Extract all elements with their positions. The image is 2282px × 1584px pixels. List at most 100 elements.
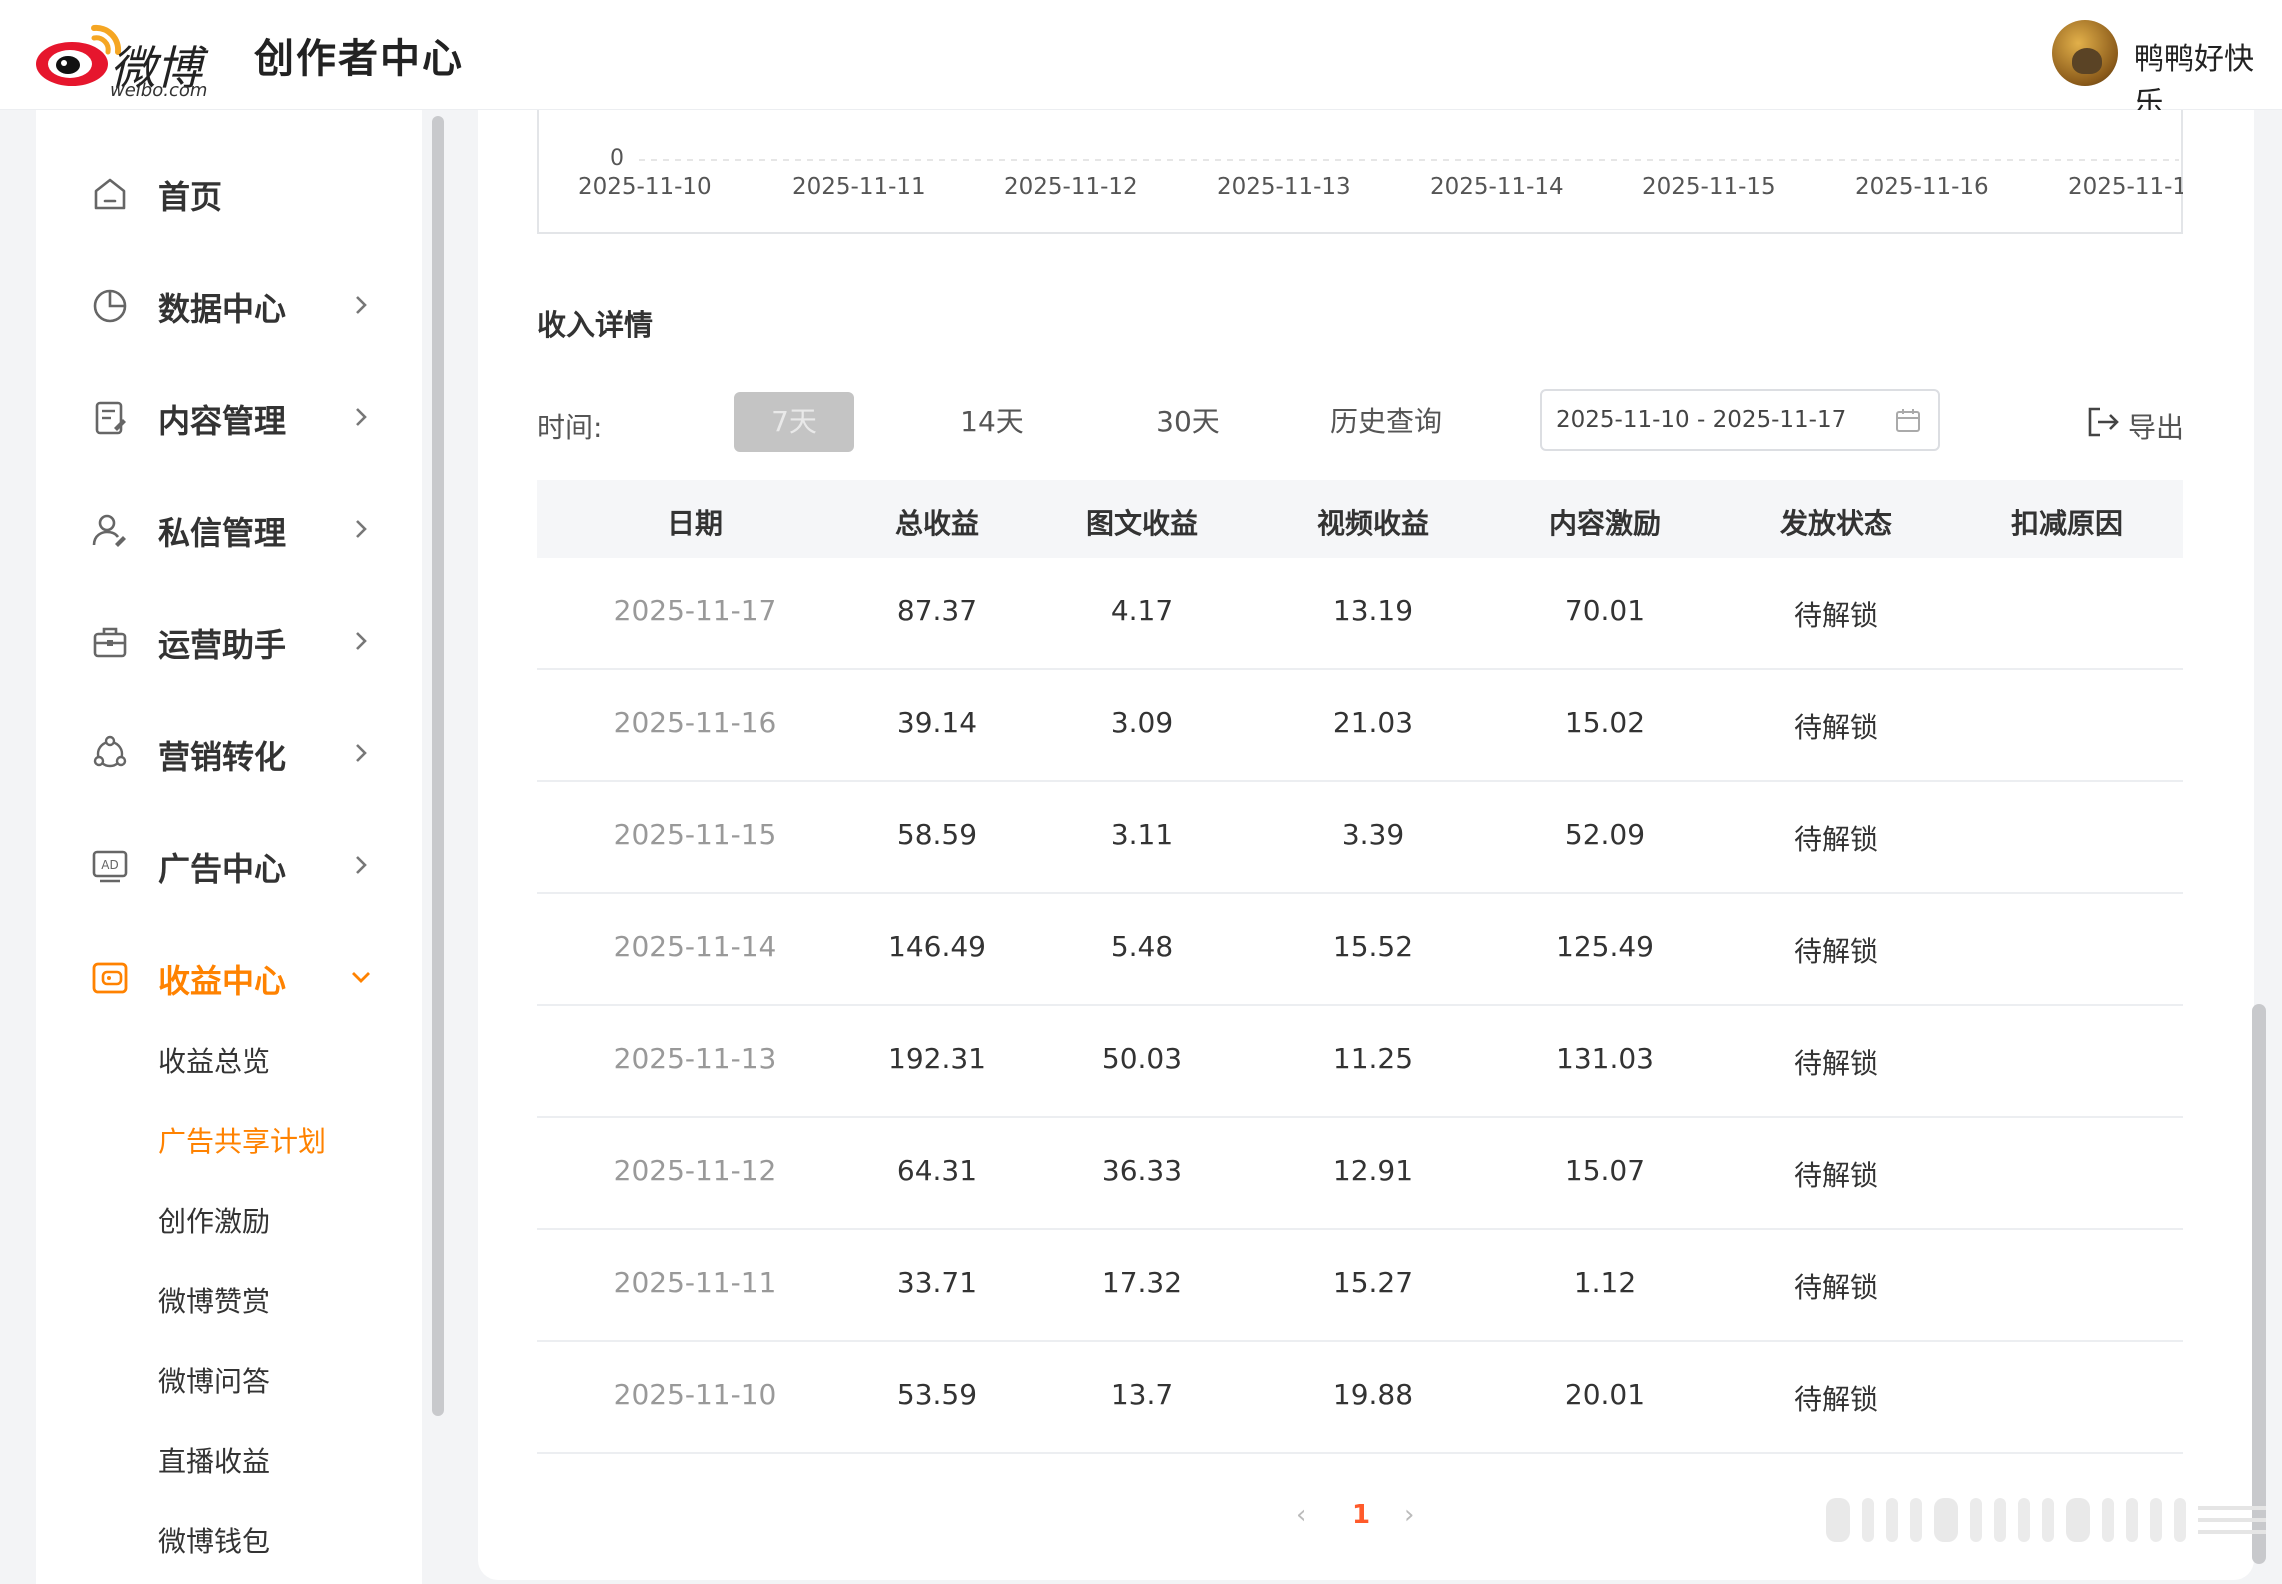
- sidebar-sub-ad-share-plan[interactable]: 广告共享计划: [158, 1120, 326, 1160]
- range-30d-button[interactable]: 30天: [1128, 392, 1248, 452]
- sidebar-item-label: 数据中心: [158, 290, 287, 328]
- sidebar-item-label: 运营助手: [158, 626, 287, 664]
- pagination-prev[interactable]: ‹: [1296, 1500, 1306, 1530]
- sidebar-item-label: 广告中心: [158, 850, 287, 888]
- sidebar-item-income-center[interactable]: 收益中心: [36, 936, 422, 1016]
- time-label: 时间:: [537, 411, 603, 444]
- pagination-page-1[interactable]: 1: [1352, 1500, 1370, 1530]
- table-header-cell: 图文收益: [1085, 507, 1198, 540]
- table-header-cell: 日期: [666, 507, 723, 540]
- sidebar-scrollbar[interactable]: [432, 116, 444, 1416]
- chevron-right-icon: [356, 408, 367, 426]
- ad-icon: AD: [92, 850, 128, 883]
- weibo-logo[interactable]: 微博 weibo.com: [32, 18, 212, 101]
- history-query-button[interactable]: 历史查询: [1316, 392, 1456, 452]
- table-row: 2025-11-15 58.59 3.11 3.39 52.09 待解锁: [537, 782, 2183, 894]
- home-icon: [94, 178, 126, 210]
- export-icon: [2088, 407, 2119, 437]
- range-14d-button[interactable]: 14天: [932, 392, 1052, 452]
- table-cell: 15.02: [1564, 706, 1646, 739]
- table-cell: 19.88: [1332, 1378, 1414, 1411]
- avatar[interactable]: [2052, 20, 2118, 86]
- table-row: 2025-11-13 192.31 50.03 11.25 131.03 待解锁: [537, 1006, 2183, 1118]
- table-cell: 20.01: [1564, 1378, 1646, 1411]
- export-button[interactable]: 导出: [2084, 400, 2184, 450]
- sidebar-item-label: 收益中心: [158, 962, 287, 1000]
- table-cell: 4.17: [1110, 594, 1174, 627]
- sidebar-sub-weibo-qa[interactable]: 微博问答: [158, 1360, 270, 1400]
- sidebar-sub-weibo-tip[interactable]: 微博赞赏: [158, 1280, 270, 1320]
- table-row: 2025-11-12 64.31 36.33 12.91 15.07 待解锁: [537, 1118, 2183, 1230]
- date-cell: 2025-11-14: [613, 930, 777, 963]
- date-cell: 2025-11-17: [613, 594, 777, 627]
- chevron-down-icon: [352, 972, 370, 983]
- table-row: 2025-11-11 33.71 17.32 15.27 1.12 待解锁: [537, 1230, 2183, 1342]
- table-row: 2025-11-16 39.14 3.09 21.03 15.02 待解锁: [537, 670, 2183, 782]
- calendar-icon: [1896, 409, 1920, 432]
- sidebar-item-label: 内容管理: [158, 402, 287, 440]
- table-cell: 3.39: [1341, 818, 1405, 851]
- date-range-value: 2025-11-10 - 2025-11-17: [1556, 407, 1847, 433]
- table-cell: 15.07: [1564, 1154, 1646, 1187]
- chart-x-tick: 2025-11-12: [1004, 174, 1138, 200]
- wallet-icon: [92, 962, 128, 994]
- sidebar-sub-live-income[interactable]: 直播收益: [158, 1440, 270, 1480]
- table-row: 2025-11-17 87.37 4.17 13.19 70.01 待解锁: [537, 558, 2183, 670]
- sidebar-item-marketing[interactable]: 营销转化: [36, 712, 422, 792]
- table-cell: 11.25: [1332, 1042, 1414, 1075]
- date-cell: 2025-11-10: [613, 1378, 777, 1411]
- table-cell: 192.31: [888, 1042, 986, 1075]
- range-7d-button[interactable]: 7天: [734, 392, 854, 452]
- status-cell: 待解锁: [1793, 1271, 1878, 1304]
- pagination-next[interactable]: ›: [1404, 1500, 1414, 1530]
- table-row: 2025-11-14 146.49 5.48 15.52 125.49 待解锁: [537, 894, 2183, 1006]
- export-label: 导出: [2128, 411, 2185, 444]
- table-cell: 17.32: [1101, 1266, 1183, 1299]
- sidebar-sub-creator-incentive[interactable]: 创作激励: [158, 1200, 270, 1240]
- table-cell: 131.03: [1556, 1042, 1654, 1075]
- sidebar-sub-weibo-wallet[interactable]: 微博钱包: [158, 1520, 270, 1560]
- table-cell: 21.03: [1332, 706, 1414, 739]
- page-scrollbar[interactable]: [2252, 1004, 2266, 1564]
- status-cell: 待解锁: [1793, 935, 1878, 968]
- status-cell: 待解锁: [1793, 1383, 1878, 1416]
- status-cell: 待解锁: [1793, 1159, 1878, 1192]
- date-cell: 2025-11-16: [613, 706, 777, 739]
- sidebar-item-messages[interactable]: 私信管理: [36, 488, 422, 568]
- table-header-cell: 扣减原因: [2010, 507, 2123, 540]
- table-cell: 12.91: [1332, 1154, 1414, 1187]
- document-edit-icon: [95, 401, 126, 435]
- section-title: 收入详情: [537, 308, 654, 342]
- date-cell: 2025-11-15: [613, 818, 777, 851]
- table-cell: 70.01: [1564, 594, 1646, 627]
- date-range-picker[interactable]: 2025-11-10 - 2025-11-17: [1540, 389, 1940, 451]
- table-cell: 50.03: [1101, 1042, 1183, 1075]
- sidebar-item-home[interactable]: 首页: [36, 152, 422, 232]
- table-row: 2025-11-10 53.59 13.7 19.88 20.01 待解锁: [537, 1342, 2183, 1454]
- username[interactable]: 鸭鸭好快乐: [2134, 34, 2282, 122]
- watermark-bars-icon: [1826, 1498, 2266, 1542]
- logo-domain: weibo.com: [110, 80, 208, 101]
- chart-x-tick: 2025-11-13: [1217, 174, 1351, 200]
- date-cell: 2025-11-13: [613, 1042, 777, 1075]
- sidebar-sub-income-overview[interactable]: 收益总览: [158, 1040, 270, 1080]
- table-cell: 3.11: [1110, 818, 1174, 851]
- chart-x-tick: 2025-11-1: [2068, 174, 2183, 200]
- sidebar-item-operations[interactable]: 运营助手: [36, 600, 422, 680]
- page-title: 创作者中心: [254, 36, 464, 82]
- chart-gridline: [639, 159, 2179, 161]
- table-header-cell: 视频收益: [1316, 507, 1429, 540]
- sidebar-item-label: 营销转化: [158, 738, 287, 776]
- sidebar-item-ad-center[interactable]: AD 广告中心: [36, 824, 422, 904]
- table-cell: 58.59: [896, 818, 978, 851]
- sidebar-item-label: 私信管理: [158, 514, 287, 552]
- table-cell: 146.49: [888, 930, 986, 963]
- sidebar-item-data-center[interactable]: 数据中心: [36, 264, 422, 344]
- table-cell: 1.12: [1573, 1266, 1637, 1299]
- table-cell: 64.31: [896, 1154, 978, 1187]
- sidebar-item-content[interactable]: 内容管理: [36, 376, 422, 456]
- briefcase-icon: [93, 627, 127, 658]
- date-cell: 2025-11-12: [613, 1154, 777, 1187]
- table-cell: 52.09: [1564, 818, 1646, 851]
- pie-chart-icon: [93, 289, 127, 323]
